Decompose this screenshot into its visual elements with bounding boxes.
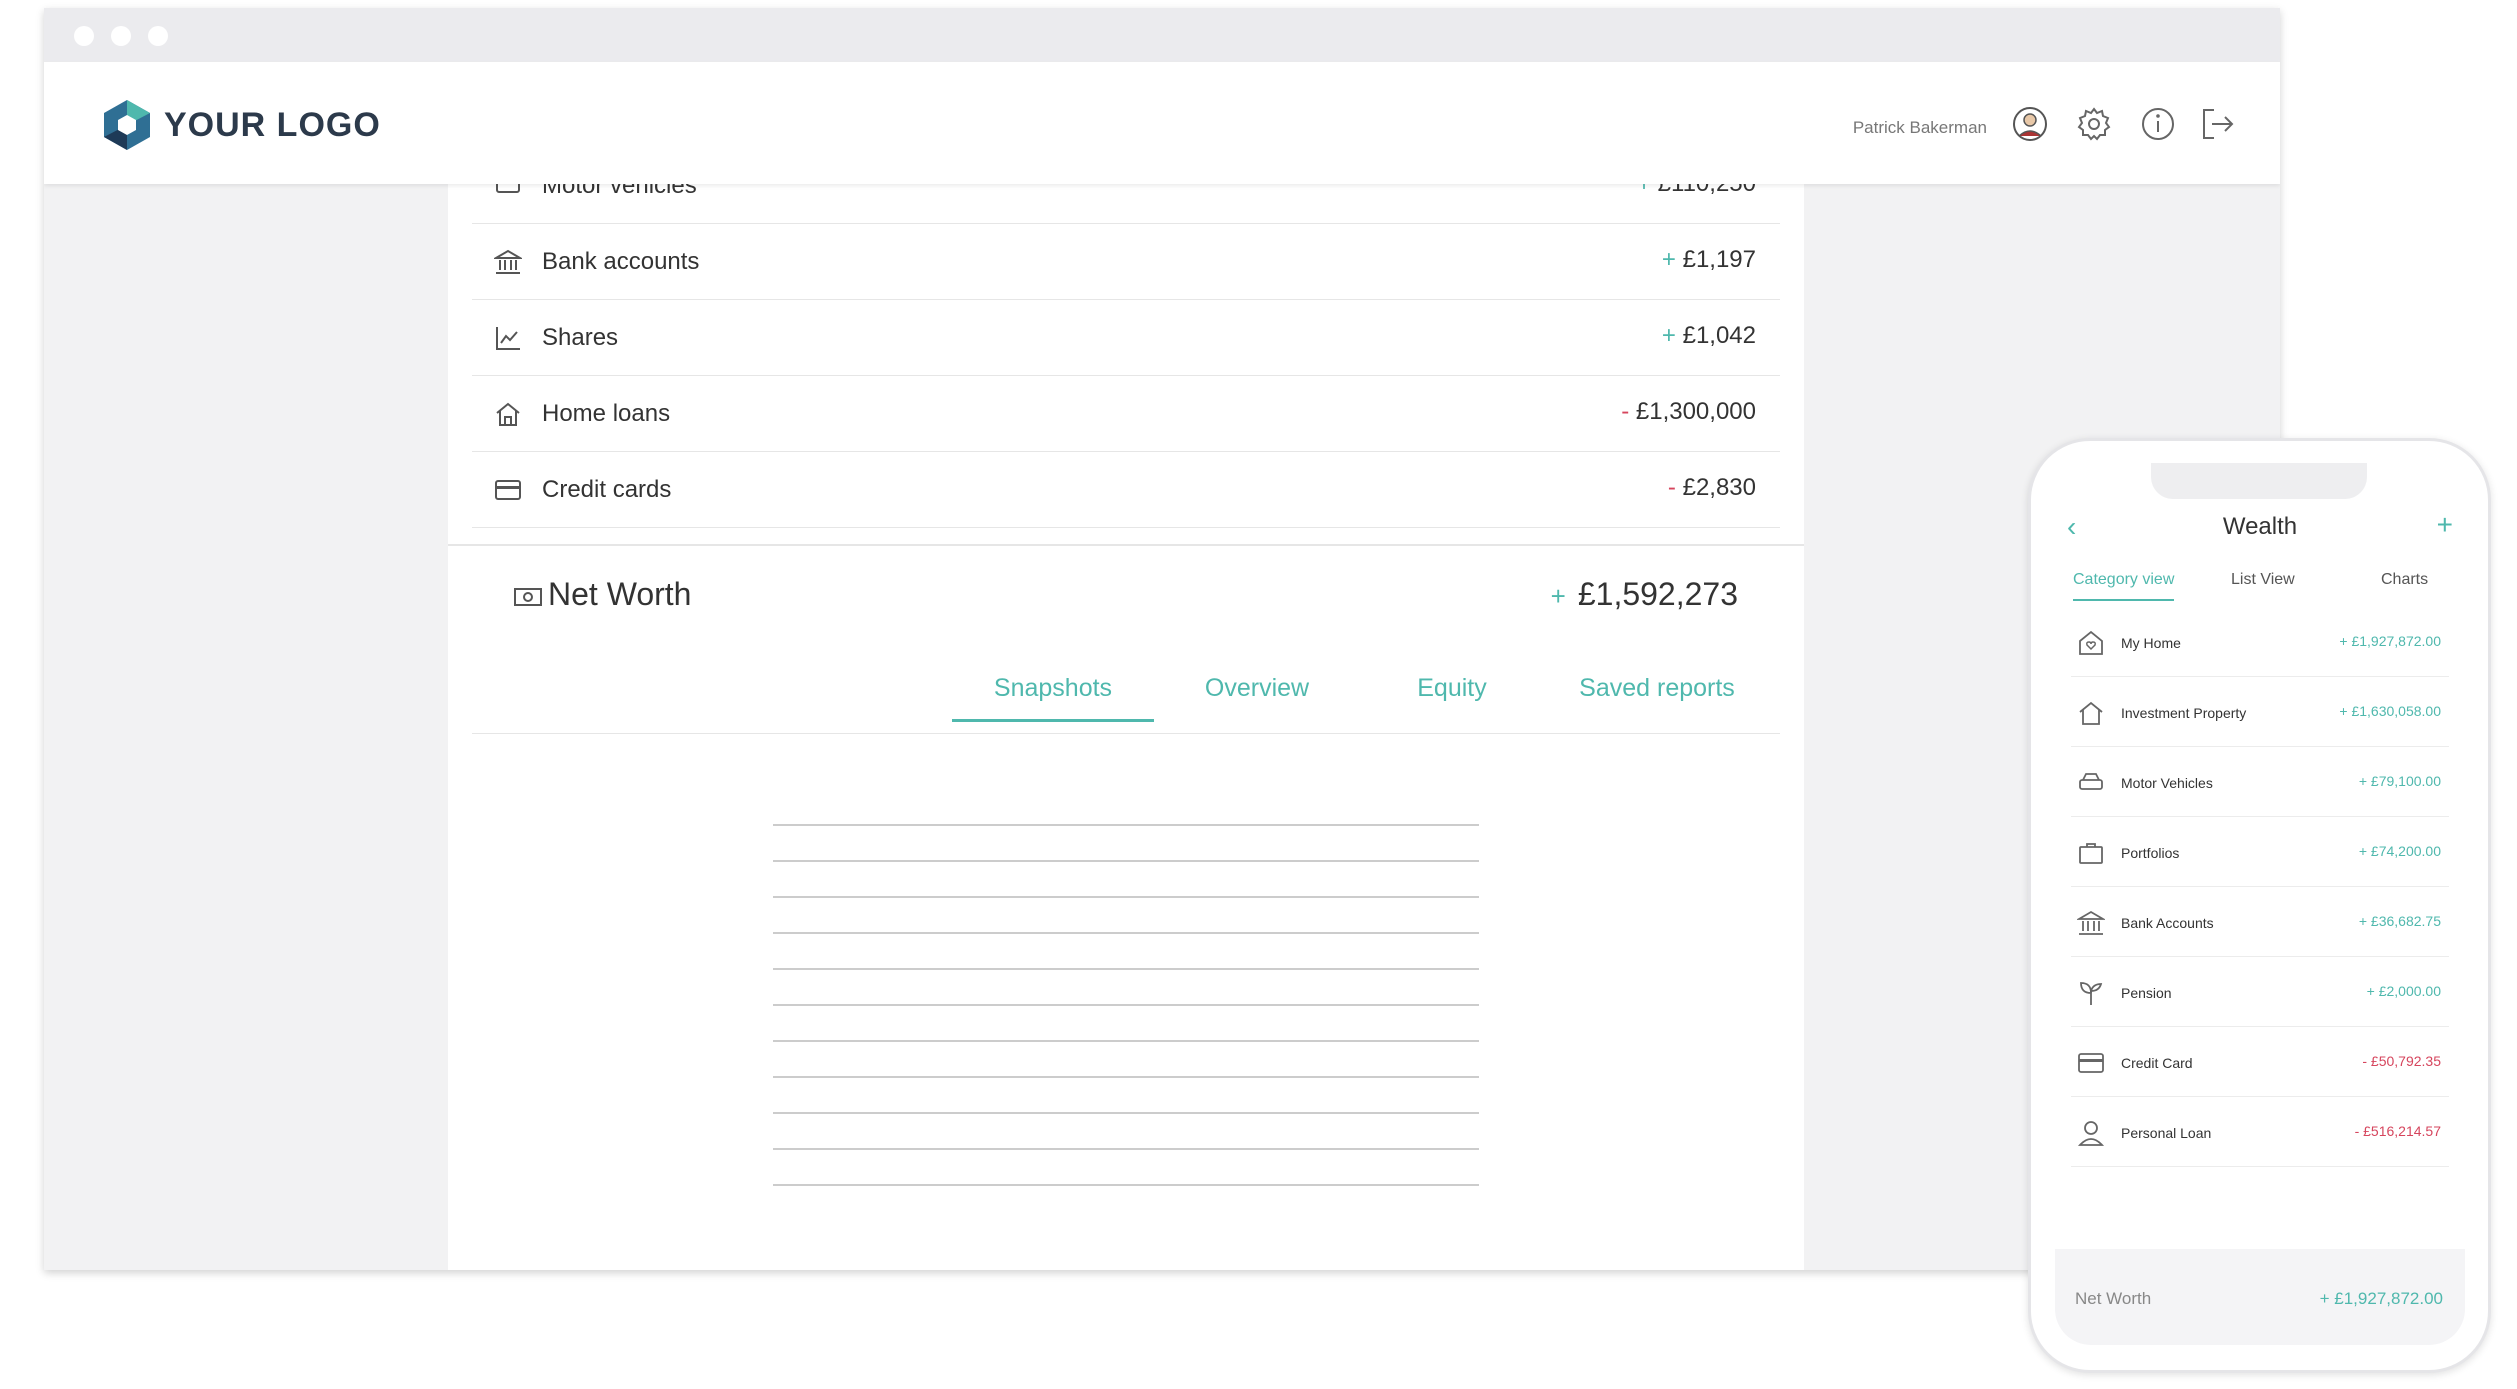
- cash-icon: [514, 587, 542, 606]
- briefcase-icon: [2079, 843, 2103, 864]
- phone-row-personal-loan[interactable]: Personal Loan - £516,214.57: [2071, 1097, 2449, 1167]
- person-icon: [2077, 1121, 2105, 1146]
- phone-tab-list-view[interactable]: List View: [2231, 571, 2295, 589]
- placeholder-line: [773, 1076, 1479, 1078]
- app-header: YOUR LOGO Patrick Bakerman: [44, 62, 2280, 184]
- phone-row-label: Pension: [2121, 985, 2172, 1001]
- row-value: + £1,042: [1661, 322, 1756, 349]
- phone-row-label: Bank Accounts: [2121, 915, 2214, 931]
- phone-row-portfolios[interactable]: Portfolios + £74,200.00: [2071, 817, 2449, 887]
- net-worth-label: Net Worth: [514, 576, 691, 613]
- bank-icon: [2077, 910, 2105, 935]
- phone-row-value: + £74,200.00: [2358, 843, 2441, 859]
- net-worth-divider: [448, 544, 1804, 546]
- placeholder-line: [773, 1184, 1479, 1186]
- placeholder-line: [773, 932, 1479, 934]
- row-value: - £2,830: [1667, 474, 1756, 501]
- placeholder-line: [773, 896, 1479, 898]
- row-label: Credit cards: [542, 476, 672, 503]
- plant-icon: [2080, 982, 2103, 1005]
- home-icon: [2079, 701, 2103, 725]
- browser-window: YOUR LOGO Patrick Bakerman Motor vehicle…: [44, 8, 2280, 1270]
- home-heart-icon: [2079, 630, 2103, 655]
- info-icon[interactable]: [2140, 106, 2176, 142]
- bank-icon: [494, 249, 522, 274]
- window-dot-minimize[interactable]: [111, 26, 131, 46]
- tab-snapshots[interactable]: Snapshots: [952, 674, 1154, 722]
- phone-mockup: ‹ Wealth + Category view List View Chart…: [2028, 438, 2491, 1373]
- placeholder-line: [773, 1040, 1479, 1042]
- phone-footer: Net Worth + £1,927,872.00: [2055, 1249, 2465, 1345]
- placeholder-line: [773, 824, 1479, 826]
- asset-row-home-loans[interactable]: Home loans - £1,300,000: [472, 376, 1780, 452]
- logout-icon[interactable]: [2200, 106, 2236, 142]
- row-label: Home loans: [542, 400, 671, 427]
- logo-text: YOUR LOGO: [164, 105, 381, 144]
- asset-row-bank-accounts[interactable]: Bank accounts + £1,197: [472, 224, 1780, 300]
- phone-row-value: - £50,792.35: [2362, 1053, 2441, 1069]
- placeholder-line: [773, 968, 1479, 970]
- phone-row-value: - £516,214.57: [2354, 1123, 2441, 1139]
- phone-net-worth-value: + £1,927,872.00: [2319, 1289, 2443, 1308]
- phone-notch: [2151, 463, 2367, 499]
- credit-card-icon: [2078, 1053, 2104, 1073]
- avatar[interactable]: [2012, 106, 2048, 142]
- placeholder-line: [773, 860, 1479, 862]
- tab-saved-reports[interactable]: Saved reports: [1547, 674, 1767, 703]
- browser-chrome: [44, 8, 2280, 62]
- credit-card-icon: [495, 480, 521, 500]
- phone-row-label: Credit Card: [2121, 1055, 2193, 1071]
- phone-tab-charts[interactable]: Charts: [2381, 571, 2428, 589]
- placeholder-line: [773, 1004, 1479, 1006]
- phone-row-label: Personal Loan: [2121, 1125, 2212, 1141]
- phone-row-credit-card[interactable]: Credit Card - £50,792.35: [2071, 1027, 2449, 1097]
- phone-row-value: + £1,630,058.00: [2339, 703, 2441, 719]
- logo[interactable]: YOUR LOGO: [104, 100, 381, 150]
- phone-row-investment-property[interactable]: Investment Property + £1,630,058.00: [2071, 677, 2449, 747]
- chart-icon: [496, 327, 520, 350]
- phone-net-worth-label: Net Worth: [2075, 1289, 2152, 1308]
- asset-row-credit-cards[interactable]: Credit cards - £2,830: [472, 452, 1780, 528]
- phone-screen: ‹ Wealth + Category view List View Chart…: [2055, 463, 2465, 1345]
- home-icon: [496, 402, 520, 426]
- tab-equity[interactable]: Equity: [1372, 674, 1532, 703]
- logo-icon: [104, 100, 150, 150]
- asset-row-shares[interactable]: Shares + £1,042: [472, 300, 1780, 376]
- phone-row-value: + £1,927,872.00: [2339, 633, 2441, 649]
- phone-row-label: Investment Property: [2121, 705, 2247, 721]
- row-value: - £1,300,000: [1621, 398, 1756, 425]
- row-label: Bank accounts: [542, 248, 700, 275]
- main-content: Motor vehicles + £110,250 Bank accounts …: [448, 170, 1804, 1270]
- phone-row-value: + £36,682.75: [2358, 913, 2441, 929]
- phone-row-value: + £79,100.00: [2358, 773, 2441, 789]
- row-label: Shares: [542, 324, 619, 351]
- phone-tab-category-view[interactable]: Category view: [2073, 571, 2175, 601]
- row-value: + £1,197: [1661, 246, 1756, 273]
- placeholder-line: [773, 1148, 1479, 1150]
- user-name[interactable]: Patrick Bakerman: [1853, 118, 1987, 138]
- add-icon[interactable]: +: [2437, 509, 2453, 541]
- phone-tabs: Category view List View Charts: [2055, 559, 2465, 603]
- net-worth-value: + £1,592,273: [1550, 576, 1738, 612]
- placeholder-line: [773, 1112, 1479, 1114]
- phone-row-motor-vehicles[interactable]: Motor Vehicles + £79,100.00: [2071, 747, 2449, 817]
- phone-row-value: + £2,000.00: [2366, 983, 2441, 999]
- phone-row-my-home[interactable]: My Home + £1,927,872.00: [2071, 607, 2449, 677]
- phone-row-label: My Home: [2121, 635, 2181, 651]
- car-icon: [2079, 773, 2103, 790]
- phone-row-pension[interactable]: Pension + £2,000.00: [2071, 957, 2449, 1027]
- window-dot-maximize[interactable]: [148, 26, 168, 46]
- phone-row-label: Portfolios: [2121, 845, 2180, 861]
- phone-title: Wealth: [2222, 513, 2298, 540]
- phone-row-label: Motor Vehicles: [2121, 775, 2213, 791]
- report-tabs: Snapshots Overview Equity Saved reports: [472, 654, 1780, 734]
- gear-icon[interactable]: [2076, 106, 2112, 142]
- window-dot-close[interactable]: [74, 26, 94, 46]
- tab-overview[interactable]: Overview: [1167, 674, 1347, 703]
- phone-row-bank-accounts[interactable]: Bank Accounts + £36,682.75: [2071, 887, 2449, 957]
